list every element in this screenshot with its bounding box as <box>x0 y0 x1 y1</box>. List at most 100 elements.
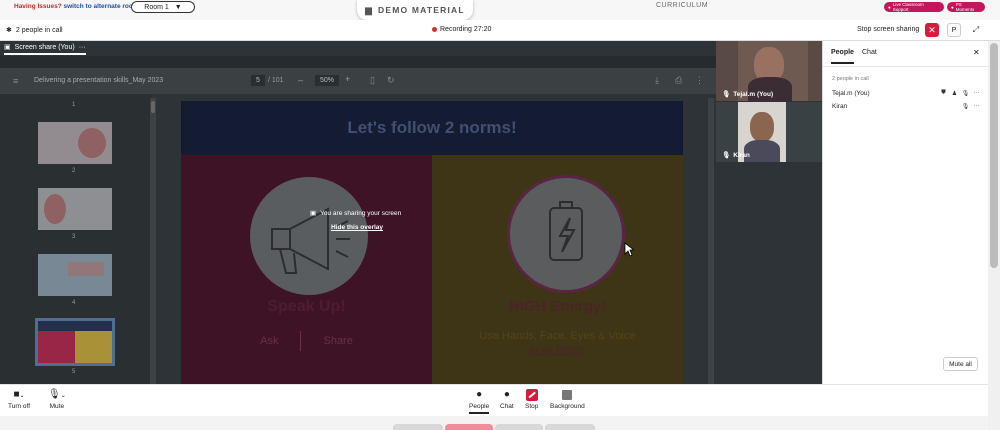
bottom-tab[interactable] <box>545 424 595 430</box>
chat-button[interactable]: ● Chat <box>500 389 514 410</box>
video-tile-kiran[interactable]: 🎙 Kiran <box>716 102 822 162</box>
page-input[interactable]: 5 <box>251 75 265 86</box>
thumbnail-sidebar: 1 2 3 4 5 <box>0 94 152 384</box>
bottom-tab[interactable] <box>495 424 543 430</box>
chat-label: Chat <box>500 403 514 410</box>
use-hands-text: Use Hands, Face, Eyes & Voice at all tim… <box>432 329 683 357</box>
close-icon[interactable]: ✕ <box>973 48 980 57</box>
close-icon: ✕ <box>928 24 936 35</box>
screen-share-icon: ▣ <box>310 210 317 217</box>
more-icon[interactable]: ··· <box>971 103 982 109</box>
pdf-title: Delivering a presentation skills_May 202… <box>34 77 164 84</box>
ask-label: Ask <box>260 335 279 347</box>
background-icon <box>562 390 573 400</box>
folder-icon: ▆ <box>365 4 373 15</box>
switch-room-link[interactable]: switch to alternate room <box>64 3 139 10</box>
tab-people[interactable]: People <box>831 49 854 64</box>
stop-share-button[interactable]: Stop <box>525 389 538 410</box>
menu-icon[interactable]: ≡ <box>13 76 18 86</box>
thumbnail-3[interactable] <box>38 188 112 230</box>
mic-icon[interactable]: 🎙 <box>960 90 971 97</box>
expand-icon[interactable]: ⤢ <box>969 23 983 37</box>
stop-share-icon <box>525 389 538 401</box>
shield-icon: ⛊ <box>941 89 946 96</box>
demo-label: DEMO MATERIAL <box>378 5 465 15</box>
curriculum-link[interactable]: CURRICULUM <box>656 2 708 9</box>
more-icon[interactable]: ··· <box>79 44 86 51</box>
more-icon[interactable]: ··· <box>971 90 982 96</box>
thumbnail-scrollbar[interactable] <box>150 98 156 384</box>
demo-material-tab[interactable]: ▆ DEMO MATERIAL <box>357 0 473 20</box>
page-scroll-thumb[interactable] <box>990 43 998 268</box>
caret-down-icon: ▼ <box>174 3 182 11</box>
speak-up-heading: Speak Up! <box>267 298 346 315</box>
people-count: ✱ 2 people in call <box>6 26 63 35</box>
bottom-strip <box>0 416 988 430</box>
pin-button[interactable]: P <box>947 23 961 37</box>
zoom-out-icon[interactable]: – <box>298 75 303 85</box>
mic-icon: 🎙 <box>722 91 731 98</box>
share-label: Share <box>323 335 353 347</box>
call-toolbar: ■⌄ Turn off 🎙⌄ Mute ● People ● Chat Stop… <box>0 384 988 416</box>
more-vert-icon[interactable]: ⋮ <box>695 75 704 86</box>
ps-moments-label: PS Moments <box>955 2 975 12</box>
download-icon[interactable]: ⤓ <box>655 75 659 86</box>
fit-page-icon[interactable]: ▯ <box>370 75 375 86</box>
moments-icon: ● <box>951 4 954 10</box>
sharing-overlay: ▣ You are sharing your screen <box>310 209 402 218</box>
panel-tabs: People Chat ✕ <box>823 41 989 67</box>
slide-right-panel: HIGH Energy! Use Hands, Face, Eyes & Voi… <box>432 155 683 384</box>
gear-icon[interactable]: ✱ <box>6 26 12 34</box>
megaphone-icon <box>271 207 350 274</box>
hide-overlay-link[interactable]: Hide this overlay <box>331 224 383 231</box>
thumb-number: 3 <box>72 234 76 240</box>
video-name: Tejal.m (You) <box>733 90 774 98</box>
print-icon[interactable]: ⎙ <box>675 75 682 86</box>
thumbnail-scroll-thumb[interactable] <box>151 101 155 113</box>
overlay-message: You are sharing your screen <box>320 209 402 217</box>
ask-share-row: Ask Share <box>181 331 432 351</box>
video-tiles: 🎙 Tejal.m (You) 🎙 Kiran <box>716 41 822 384</box>
people-button[interactable]: ● People <box>469 389 490 414</box>
participant-row[interactable]: Kiran 🎙 ··· <box>832 101 982 111</box>
issue-notice: Having Issues? switch to alternate room <box>14 3 139 10</box>
bottom-tab[interactable] <box>393 424 443 430</box>
tab-chat[interactable]: Chat <box>862 49 877 56</box>
slide-view: Let's follow 2 norms! Speak Up! Ask Shar… <box>181 101 683 384</box>
rotate-icon[interactable]: ↻ <box>387 75 395 86</box>
people-label: People <box>469 403 490 410</box>
turn-off-camera-button[interactable]: ■⌄ Turn off <box>8 389 30 410</box>
zoom-input[interactable]: 50% <box>315 75 339 86</box>
pdf-scrollbar[interactable] <box>708 98 714 384</box>
thumbnail-2[interactable] <box>38 122 112 164</box>
room-selector[interactable]: Room 1 ▼ <box>131 1 195 13</box>
participant-row[interactable]: Tejal.m (You) ⛊ ♟ 🎙 ··· <box>832 88 982 98</box>
use-hands-line: Use Hands, Face, Eyes & Voice <box>479 330 636 342</box>
bottom-tab-active[interactable] <box>445 424 493 430</box>
stop-label: Stop <box>525 403 539 410</box>
participant-name: Tejal.m (You) <box>832 89 870 97</box>
thumbnail-4[interactable] <box>38 254 112 296</box>
participant-name: Kiran <box>832 102 848 110</box>
issue-text: Having Issues? <box>14 3 62 10</box>
stop-sharing-label: Stop screen sharing <box>857 26 920 33</box>
live-support-label: Live Classroom Support <box>892 2 924 12</box>
zoom-in-icon[interactable]: + <box>345 74 350 84</box>
mute-all-button[interactable]: Mute all <box>943 357 978 371</box>
screen-share-tab[interactable]: ▣ Screen share (You) ··· <box>4 43 86 55</box>
stop-sharing-button[interactable]: ✕ <box>925 23 939 37</box>
megaphone-circle <box>250 177 368 295</box>
live-support-button[interactable]: ● Live Classroom Support <box>884 2 944 12</box>
video-label: 🎙 Tejal.m (You) <box>722 90 774 99</box>
ps-moments-button[interactable]: ● PS Moments <box>947 2 985 12</box>
mic-icon: 🎙⌄ <box>48 389 66 400</box>
thumbnail-5[interactable] <box>35 318 115 366</box>
video-tile-self[interactable]: 🎙 Tejal.m (You) <box>716 41 822 101</box>
mic-icon[interactable]: 🎙 <box>960 103 971 110</box>
person-icon[interactable]: ♟ <box>949 90 960 97</box>
battery-circle <box>507 175 625 293</box>
background-button[interactable]: Background <box>550 389 585 410</box>
chat-bubble-icon: ● <box>503 389 510 400</box>
mute-button[interactable]: 🎙⌄ Mute <box>48 389 66 410</box>
share-strip <box>0 56 716 68</box>
